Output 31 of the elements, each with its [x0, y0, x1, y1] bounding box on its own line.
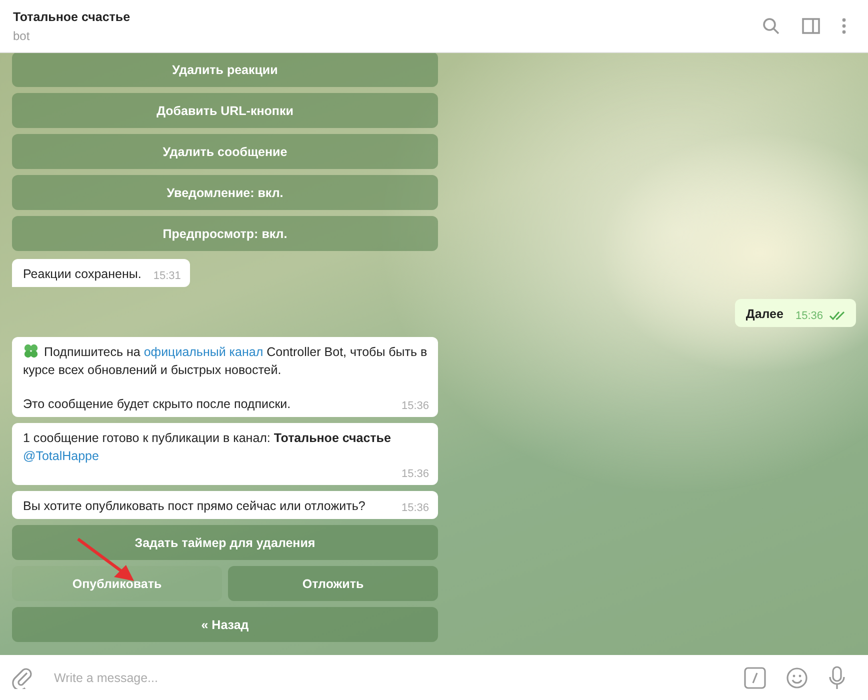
- keyboard-button[interactable]: Добавить URL-кнопки: [12, 93, 438, 128]
- message-text: 1 сообщение готово к публикации в канал: Тотальное счастье @TotalHappe: [23, 430, 392, 465]
- message-time: 15:36: [401, 467, 429, 482]
- message-text: Реакции сохранены.: [23, 266, 142, 283]
- keyboard-button[interactable]: Удалить сообщение: [12, 134, 438, 169]
- message-time: 15:36: [401, 399, 429, 414]
- link[interactable]: официальный канал: [144, 345, 264, 359]
- keyboard-button[interactable]: Предпросмотр: вкл.: [12, 216, 438, 251]
- keyboard-button[interactable]: Уведомление: вкл.: [12, 175, 438, 210]
- message-text: Это сообщение будет скрыто после подписки.: [23, 396, 292, 413]
- message-text: Подпишитесь на официальный канал Controller Bot, чтобы быть в курсе всех обновлений и быстрых новостей.: [23, 343, 428, 379]
- bot-command-icon[interactable]: [744, 666, 766, 688]
- keyboard-button[interactable]: Задать таймер для удаления: [12, 525, 438, 560]
- search-icon[interactable]: [762, 17, 780, 35]
- keyboard-button[interactable]: Отложить: [228, 566, 438, 601]
- link[interactable]: @TotalHappe: [23, 449, 99, 463]
- chat-status: bot: [13, 28, 31, 42]
- message-time: 15:31: [153, 269, 181, 284]
- smiley-icon[interactable]: [786, 666, 808, 688]
- paperclip-icon[interactable]: [12, 666, 32, 688]
- keyboard-button[interactable]: « Назад: [12, 607, 438, 642]
- chat-title: Тотальное счастье: [13, 10, 130, 24]
- menu-icon[interactable]: [842, 18, 846, 34]
- message-text: Вы хотите опубликовать пост прямо сейчас или отложить?: [23, 498, 366, 515]
- keyboard-button[interactable]: Удалить реакции: [12, 53, 438, 87]
- message-text: Далее: [746, 306, 784, 323]
- sidebar-toggle-icon[interactable]: [802, 18, 820, 34]
- message-time: 15:36: [795, 309, 823, 324]
- message-time: 15:36: [401, 501, 429, 516]
- keyboard-button[interactable]: Опубликовать: [12, 566, 222, 601]
- microphone-icon[interactable]: [828, 666, 846, 690]
